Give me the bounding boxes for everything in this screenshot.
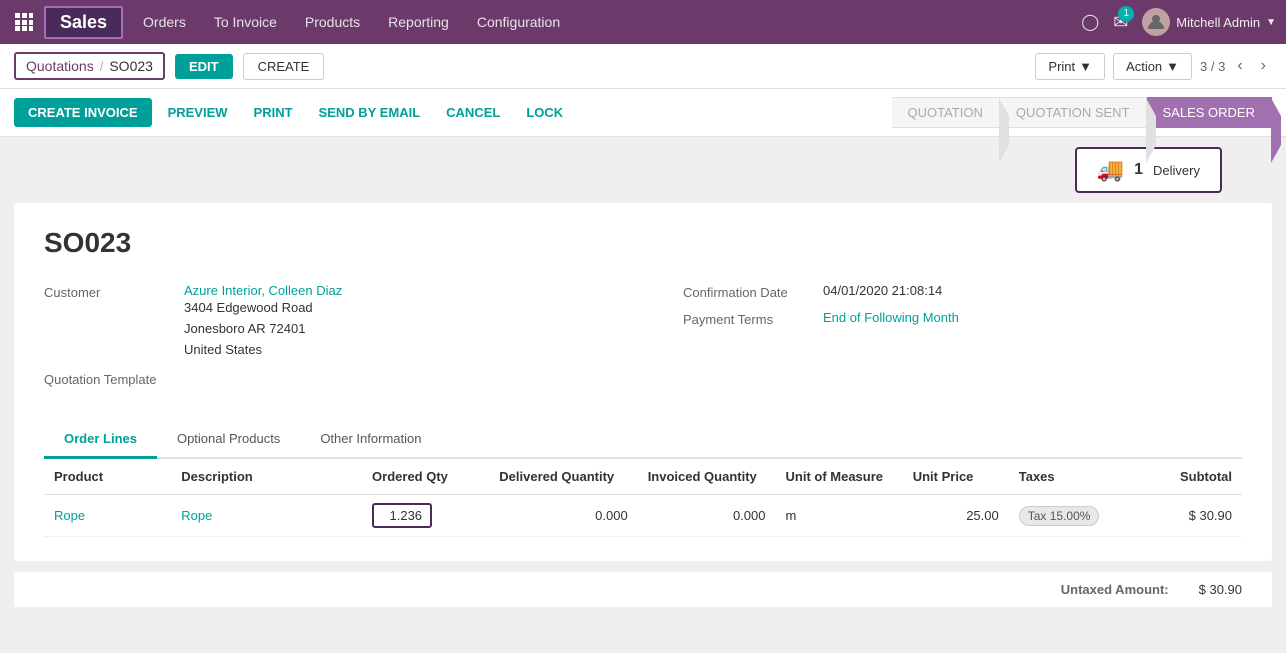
cancel-button[interactable]: CANCEL [436,98,510,127]
untaxed-label: Untaxed Amount: [1061,582,1169,597]
delivery-widget-row: 🚚 1 Delivery [14,147,1272,193]
cell-delivered-qty: 0.000 [489,495,637,537]
create-invoice-button[interactable]: CREATE INVOICE [14,98,152,127]
lock-button[interactable]: LOCK [516,98,573,127]
order-lines-table: Product Description Ordered Qty Delivere… [44,459,1242,537]
breadcrumb-separator: / [100,59,104,74]
app-brand[interactable]: Sales [44,6,123,39]
cell-taxes: Tax 15.00% [1009,495,1136,537]
main-content: 🚚 1 Delivery SO023 Customer Azure Interi… [0,137,1286,617]
untaxed-value: $ 30.90 [1199,582,1242,597]
action-label: Action [1126,59,1162,74]
form-fields: Customer Azure Interior, Colleen Diaz 34… [44,283,1242,397]
delivery-label: Delivery [1153,163,1200,178]
col-header-uom: Unit of Measure [776,459,903,495]
status-quotation-sent: QUOTATION SENT [1000,97,1147,128]
action-chevron-icon: ▼ [1166,59,1179,74]
print-chevron-icon: ▼ [1079,59,1092,74]
quotation-template-row: Quotation Template [44,370,603,387]
breadcrumb-parent[interactable]: Quotations [26,58,94,74]
confirmation-date-label: Confirmation Date [683,283,823,300]
col-header-taxes: Taxes [1009,459,1136,495]
form-card: SO023 Customer Azure Interior, Colleen D… [14,203,1272,561]
print-toolbar-button[interactable]: PRINT [244,98,303,127]
form-right: Confirmation Date 04/01/2020 21:08:14 Pa… [683,283,1242,397]
nav-products[interactable]: Products [301,12,364,32]
nav-orders[interactable]: Orders [139,12,190,32]
nav-right: ◯ ✉ 1 Mitchell Admin ▼ [1081,8,1276,36]
print-button[interactable]: Print ▼ [1035,53,1105,80]
send-by-email-button[interactable]: SEND BY EMAIL [309,98,431,127]
cell-ordered-qty[interactable]: 1.236 [362,495,489,537]
preview-button[interactable]: PREVIEW [158,98,238,127]
nav-to-invoice[interactable]: To Invoice [210,12,281,32]
breadcrumb: Quotations / SO023 [14,52,165,80]
pagination-text: 3 / 3 [1200,59,1225,74]
bottom-summary: Untaxed Amount: $ 30.90 [14,571,1272,607]
customer-value: Azure Interior, Colleen Diaz 3404 Edgewo… [184,283,342,360]
create-button[interactable]: CREATE [243,53,325,80]
form-left: Customer Azure Interior, Colleen Diaz 34… [44,283,603,397]
chat-count: 1 [1118,6,1134,22]
print-label: Print [1048,59,1075,74]
nav-reporting[interactable]: Reporting [384,12,453,32]
col-header-unit-price: Unit Price [903,459,1009,495]
cell-invoiced-qty: 0.000 [638,495,776,537]
customer-name[interactable]: Azure Interior, Colleen Diaz [184,283,342,298]
cell-description: Rope [171,495,362,537]
next-arrow[interactable]: › [1255,55,1272,77]
grid-icon[interactable] [10,8,38,36]
status-sales-order: SALES ORDER [1147,97,1272,128]
tab-optional-products[interactable]: Optional Products [157,421,300,459]
confirmation-date-row: Confirmation Date 04/01/2020 21:08:14 [683,283,1242,300]
action-button[interactable]: Action ▼ [1113,53,1192,80]
breadcrumb-row: Quotations / SO023 EDIT CREATE Print ▼ A… [0,44,1286,89]
avatar [1142,8,1170,36]
toolbar: CREATE INVOICE PREVIEW PRINT SEND BY EMA… [0,89,1286,137]
col-header-product: Product [44,459,171,495]
payment-terms-label: Payment Terms [683,310,823,327]
clock-icon[interactable]: ◯ [1081,12,1099,32]
tab-other-information[interactable]: Other Information [300,421,441,459]
tab-order-lines[interactable]: Order Lines [44,421,157,459]
cell-product[interactable]: Rope [44,495,171,537]
user-name: Mitchell Admin [1176,15,1260,30]
tabs: Order Lines Optional Products Other Info… [44,421,1242,459]
so-number: SO023 [44,227,1242,259]
col-header-subtotal: Subtotal [1136,459,1242,495]
nav-links: Orders To Invoice Products Reporting Con… [139,12,1081,32]
col-header-delivered-qty: Delivered Quantity [489,459,637,495]
truck-icon: 🚚 [1097,157,1124,183]
chat-badge[interactable]: ✉ 1 [1113,12,1128,33]
breadcrumb-current: SO023 [109,58,153,74]
col-header-invoiced-qty: Invoiced Quantity [638,459,776,495]
payment-terms-row: Payment Terms End of Following Month [683,310,1242,327]
cell-uom: m [776,495,903,537]
customer-field-row: Customer Azure Interior, Colleen Diaz 34… [44,283,603,360]
user-menu[interactable]: Mitchell Admin ▼ [1142,8,1276,36]
cell-subtotal: $ 30.90 [1136,495,1242,537]
nav-configuration[interactable]: Configuration [473,12,564,32]
top-navigation: Sales Orders To Invoice Products Reporti… [0,0,1286,44]
prev-arrow[interactable]: ‹ [1231,55,1248,77]
col-header-ordered-qty: Ordered Qty [362,459,489,495]
edit-button[interactable]: EDIT [175,54,233,79]
customer-address: 3404 Edgewood Road Jonesboro AR 72401 Un… [184,298,342,360]
confirmation-date-value: 04/01/2020 21:08:14 [823,283,942,298]
status-bar: QUOTATION QUOTATION SENT SALES ORDER [892,97,1272,128]
delivery-count: 1 [1134,161,1143,179]
summary-row: Untaxed Amount: $ 30.90 [1061,582,1242,597]
quotation-template-label: Quotation Template [44,370,184,387]
status-quotation: QUOTATION [892,97,1000,128]
payment-terms-value[interactable]: End of Following Month [823,310,959,325]
col-header-description: Description [171,459,362,495]
user-chevron-icon: ▼ [1266,17,1276,28]
table-row: Rope Rope 1.236 0.000 0.000 m 25.00 Tax … [44,495,1242,537]
pagination: 3 / 3 ‹ › [1200,55,1272,77]
cell-unit-price: 25.00 [903,495,1009,537]
customer-label: Customer [44,283,184,300]
